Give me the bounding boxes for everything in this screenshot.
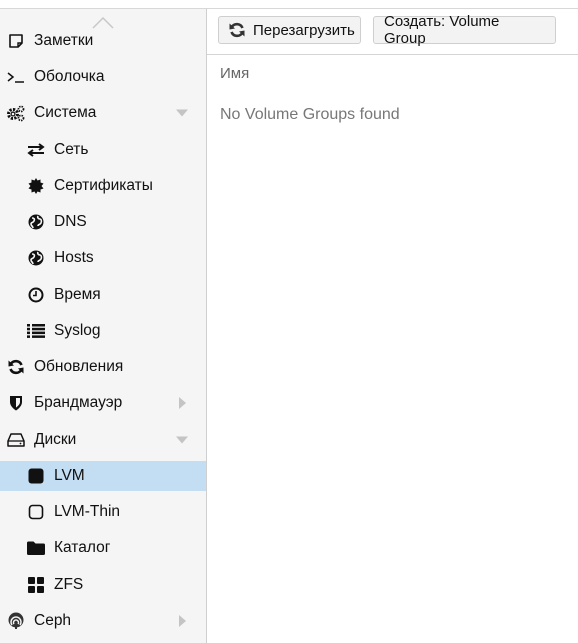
refresh-icon [6,358,26,376]
sidebar-item-network[interactable]: Сеть [0,135,206,165]
sidebar-item-label: Ceph [34,612,72,629]
sidebar-item-label: Заметки [34,32,94,49]
sidebar-item-time[interactable]: Время [0,280,206,310]
sidebar-item-hosts[interactable]: Hosts [0,243,206,273]
chevron-down-icon[interactable] [176,109,188,117]
sidebar-nav: Заметки Оболочка Система Сеть Сертификат… [0,8,207,643]
empty-message: No Volume Groups found [220,106,400,123]
sidebar-item-updates[interactable]: Обновления [0,352,206,382]
sidebar-item-label: Сертификаты [54,177,153,194]
sidebar-item-zfs[interactable]: ZFS [0,570,206,600]
th-large-icon [26,576,46,594]
sidebar-item-notes[interactable]: Заметки [0,26,206,56]
create-label: Создать: Volume Group [384,13,500,47]
list-icon [26,322,46,340]
ceph-icon [6,612,26,630]
sidebar-item-dns[interactable]: DNS [0,207,206,237]
terminal-icon [6,68,26,86]
exchange-icon [26,141,46,159]
sidebar-item-label: Syslog [54,322,101,339]
sidebar-item-label: LVM-Thin [54,503,121,520]
hdd-icon [6,431,26,449]
globe-icon [26,249,46,267]
sidebar-item-label: Диски [34,431,77,448]
sidebar-item-shell[interactable]: Оболочка [0,62,206,92]
sidebar-item-label: ZFS [54,576,84,593]
sidebar-item-syslog[interactable]: Syslog [0,316,206,346]
main-panel: Перезагрузить Создать: Volume Group Имя … [207,8,578,642]
create-volume-group-button[interactable]: Создать: Volume Group [373,13,556,47]
clock-icon [26,286,46,304]
sidebar-item-label: Оболочка [34,68,105,85]
shield-icon [6,394,26,412]
reload-button[interactable]: Перезагрузить [218,16,361,44]
note-icon [6,32,26,50]
chevron-down-icon[interactable] [176,436,188,444]
globe-icon [26,213,46,231]
sidebar-item-label: Брандмауэр [34,394,123,411]
sidebar-item-certificates[interactable]: Сертификаты [0,171,206,201]
sidebar-item-label: Обновления [34,358,124,375]
chevron-right-icon[interactable] [179,615,186,627]
sidebar-item-label: Hosts [54,249,94,266]
sidebar-item-label: DNS [54,213,87,230]
sidebar-item-disks[interactable]: Диски [0,425,206,455]
toolbar: Перезагрузить Создать: Volume Group [207,9,578,55]
square-icon [26,467,46,485]
refresh-icon [229,22,245,38]
sidebar-item-system[interactable]: Система [0,98,206,128]
chevron-right-icon[interactable] [179,397,186,409]
sidebar-item-lvm-thin[interactable]: LVM-Thin [0,497,206,527]
sidebar-item-directory[interactable]: Каталог [0,533,206,563]
sidebar-item-lvm[interactable]: LVM [0,461,206,491]
gears-icon [6,104,26,122]
sidebar-item-label: Время [54,286,101,303]
sidebar-item-label: Система [34,104,97,121]
certificate-icon [26,177,46,195]
square-outline-icon [26,503,46,521]
folder-icon [26,539,46,557]
column-header-name[interactable]: Имя [220,65,249,82]
reload-label: Перезагрузить [253,21,355,39]
sidebar-item-ceph[interactable]: Ceph [0,606,206,636]
sidebar-item-label: Сеть [54,141,89,158]
sidebar-item-firewall[interactable]: Брандмауэр [0,388,206,418]
sidebar-item-label: LVM [54,467,85,484]
sidebar-item-label: Каталог [54,539,111,556]
